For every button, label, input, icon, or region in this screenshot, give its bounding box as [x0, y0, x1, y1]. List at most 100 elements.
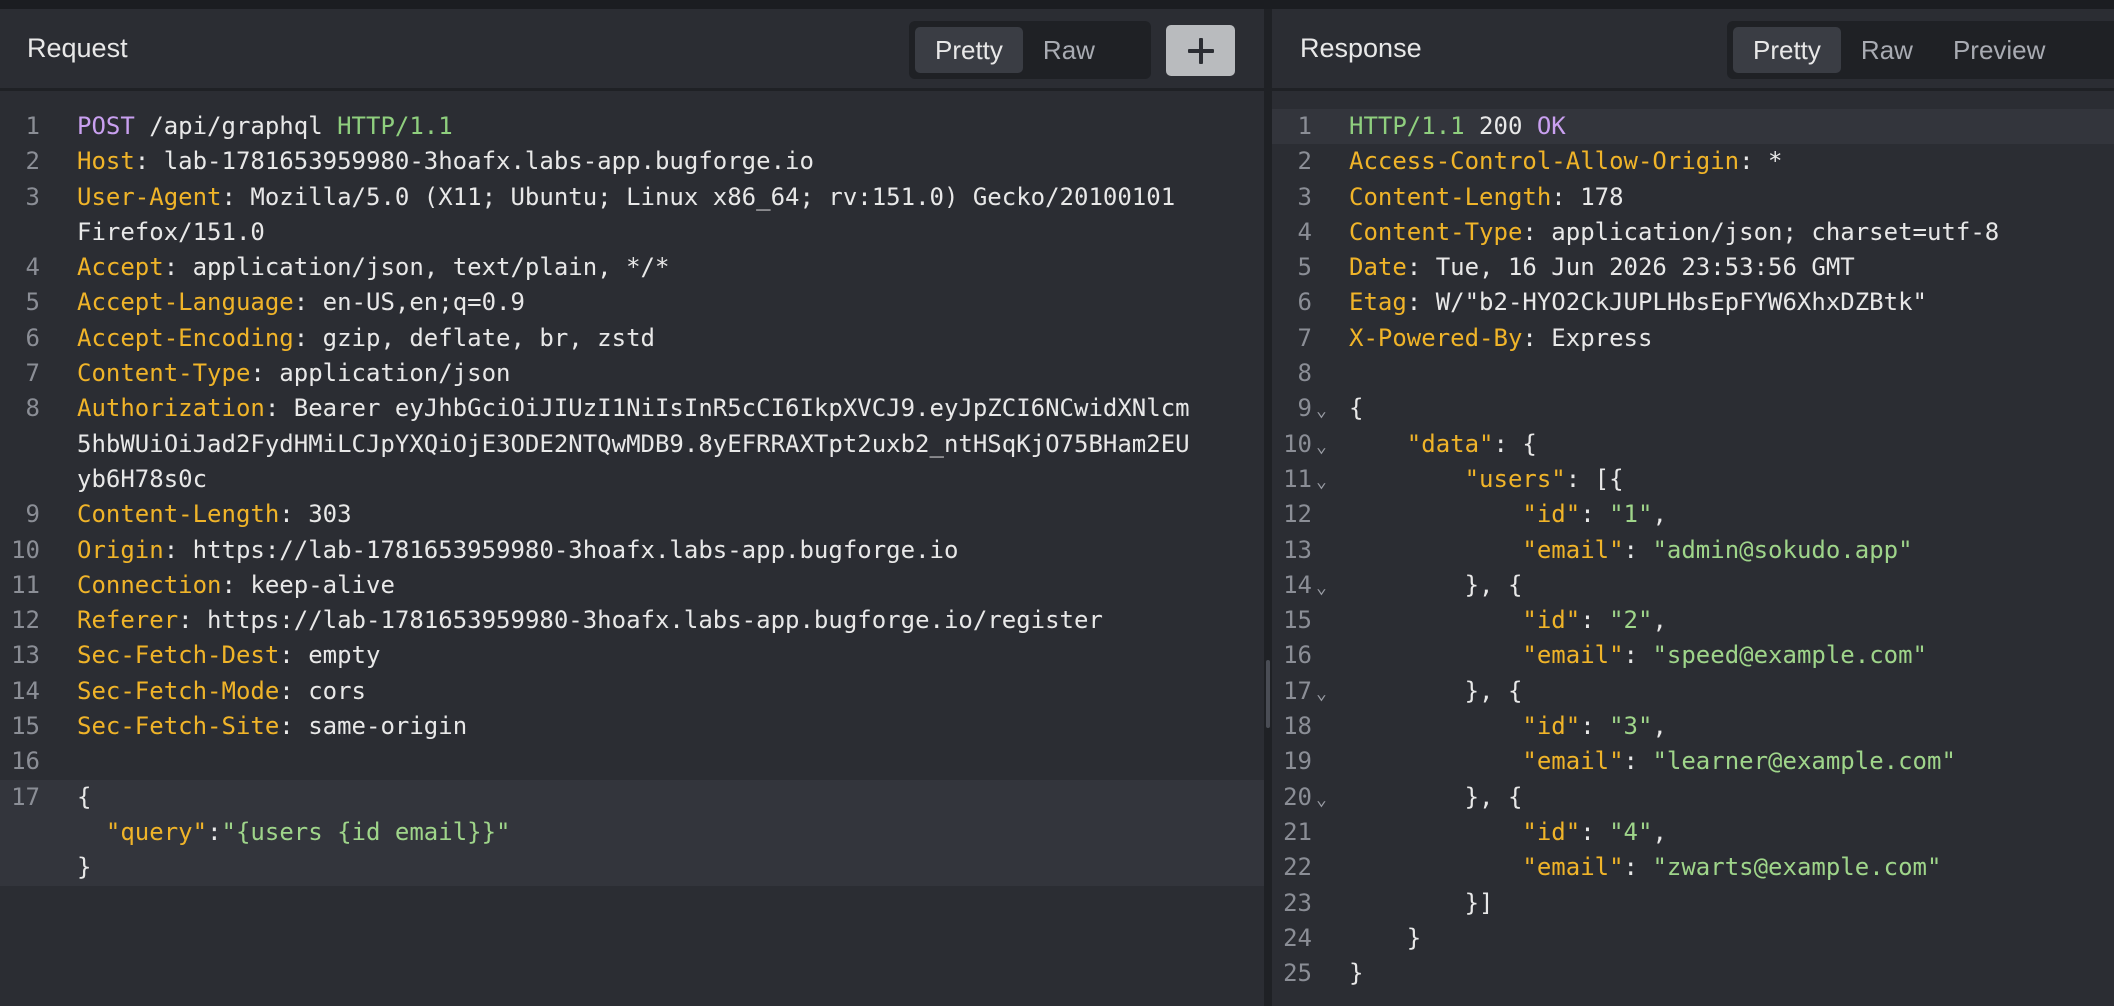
- request-code-line: 7 Content-Type: application/json: [0, 356, 1264, 391]
- code-token: {: [1349, 394, 1364, 423]
- response-code-line: 22 "email": "zwarts@example.com": [1272, 850, 2114, 885]
- chevron-down-icon[interactable]: ⌄: [1316, 570, 1327, 605]
- response-tab-pretty[interactable]: Pretty: [1733, 27, 1841, 73]
- code-token: "id": [1522, 712, 1581, 741]
- chevron-down-icon[interactable]: ⌄: [1316, 782, 1327, 817]
- code-token: HTTP/1.1: [1349, 112, 1465, 140]
- code-token: Firefox/151.0: [77, 217, 265, 246]
- request-tab-raw[interactable]: Raw: [1023, 27, 1115, 73]
- line-number: 6: [1297, 288, 1312, 317]
- pane-divider[interactable]: [1264, 9, 1272, 1006]
- code-token: 5hbWUiOiJad2FydHMiLCJpYXQiOjE3ODE2NTQwMD…: [77, 429, 1190, 458]
- line-number: 21: [1283, 817, 1312, 846]
- line-text: }]: [1349, 886, 1494, 921]
- code-token: Sec-Fetch-Dest: [77, 641, 280, 670]
- code-token: Origin: [77, 535, 164, 564]
- line-text: }, {: [1349, 568, 1523, 603]
- line-number: 5: [25, 288, 40, 317]
- response-viewer[interactable]: 1 HTTP/1.1 200 OK 2 Access-Control-Allow-Or…: [1272, 109, 2114, 991]
- line-number: 9: [1297, 394, 1312, 423]
- code-token: : Express: [1522, 323, 1653, 352]
- code-token: : en-US,en;q=0.9: [293, 288, 525, 317]
- code-token: "email": [1522, 535, 1624, 564]
- line-text: Accept-Language: en-US,en;q=0.9: [77, 285, 525, 320]
- line-text: Date: Tue, 16 Jun 2026 23:53:56 GMT: [1349, 250, 1855, 285]
- line-text: "email": "speed@example.com": [1349, 638, 1927, 673]
- chevron-down-icon[interactable]: ⌄: [1316, 429, 1327, 464]
- line-text: Etag: W/"b2-HYO2CkJUPLHbsEpFYW6XhxDZBtk": [1349, 285, 1927, 320]
- code-token: ,: [1652, 817, 1667, 846]
- response-tab-raw[interactable]: Raw: [1841, 27, 1933, 73]
- code-token: }, {: [1349, 570, 1523, 599]
- line-number: 23: [1283, 888, 1312, 917]
- code-token: "admin@sokudo.app": [1652, 535, 1913, 564]
- response-header: Response Pretty Raw Preview: [1272, 9, 2114, 91]
- code-token: Date: [1349, 253, 1407, 282]
- line-text: "data": {: [1349, 427, 1537, 462]
- line-text: Accept: application/json, text/plain, */…: [77, 250, 669, 285]
- code-token: Accept-Language: [77, 288, 294, 317]
- window-top-strip: [0, 0, 2114, 9]
- line-number: 18: [1283, 712, 1312, 741]
- code-token: ,: [1652, 606, 1667, 635]
- code-token: }: [1349, 923, 1422, 952]
- response-code-line: 3 Content-Length: 178: [1272, 180, 2114, 215]
- line-text: User-Agent: Mozilla/5.0 (X11; Ubuntu; Li…: [77, 180, 1175, 215]
- line-number: 5: [1297, 253, 1312, 282]
- response-title: Response: [1300, 33, 1422, 63]
- code-token: OK: [1536, 112, 1566, 140]
- chevron-down-icon[interactable]: ⌄: [1316, 393, 1327, 428]
- line-number: 13: [1283, 535, 1312, 564]
- request-tab-pretty[interactable]: Pretty: [915, 27, 1023, 73]
- code-token: : same-origin: [279, 712, 468, 741]
- line-text: }: [1349, 956, 1363, 991]
- response-code-line: 25}: [1272, 956, 2114, 991]
- line-text: Content-Type: application/json: [77, 356, 510, 391]
- line-text: "email": "zwarts@example.com": [1349, 850, 1941, 885]
- request-code-line: 5 Accept-Language: en-US,en;q=0.9: [0, 285, 1264, 320]
- code-token: : keep-alive: [221, 570, 395, 599]
- line-text: {: [77, 780, 91, 815]
- code-token: Sec-Fetch-Mode: [77, 676, 280, 705]
- request-code-line: "query":"{users {id email}}": [0, 814, 1264, 851]
- request-code-line: 17 {: [0, 779, 1264, 815]
- response-code-line: 15 "id": "2",: [1272, 603, 2114, 638]
- line-text: "id": "4",: [1349, 815, 1667, 850]
- code-token: Etag: [1349, 288, 1407, 317]
- response-tab-preview[interactable]: Preview: [1933, 27, 2065, 73]
- chevron-down-icon[interactable]: ⌄: [1316, 676, 1327, 711]
- code-token: : gzip, deflate, br, zstd: [293, 323, 655, 352]
- request-code-line: 13 Sec-Fetch-Dest: empty: [0, 638, 1264, 673]
- line-text: "id": "3",: [1349, 709, 1667, 744]
- code-token: : 303: [279, 500, 352, 529]
- code-token: "data": [1406, 429, 1494, 458]
- request-pane: Request Pretty Raw 1 POST /api/graphql HT…: [0, 9, 1264, 1006]
- code-token: Content-Type: [1349, 217, 1523, 246]
- code-token: ,: [1652, 712, 1667, 741]
- chevron-down-icon[interactable]: ⌄: [1316, 464, 1327, 499]
- line-text: Connection: keep-alive: [77, 568, 395, 603]
- resize-handle[interactable]: [1266, 660, 1270, 728]
- line-text: {: [1349, 391, 1363, 426]
- code-token: : *: [1739, 147, 1783, 176]
- line-number: 22: [1283, 853, 1312, 882]
- request-code-line: 5hbWUiOiJad2FydHMiLCJpYXQiOjE3ODE2NTQwMD…: [0, 427, 1264, 462]
- request-title: Request: [27, 33, 128, 63]
- code-token: "email": [1522, 641, 1624, 670]
- line-number: 8: [1297, 359, 1312, 388]
- line-number: 17: [11, 782, 40, 811]
- line-text: Content-Length: 178: [1349, 180, 1624, 215]
- request-editor[interactable]: 1 POST /api/graphql HTTP/1.1 2 Host: lab-17…: [0, 109, 1264, 886]
- response-code-line: 5 Date: Tue, 16 Jun 2026 23:53:56 GMT: [1272, 250, 2114, 285]
- line-number: 9: [25, 500, 40, 529]
- code-token: : application/json: [250, 359, 511, 388]
- line-text: Accept-Encoding: gzip, deflate, br, zstd: [77, 321, 655, 356]
- code-token: User-Agent: [77, 182, 222, 211]
- add-button[interactable]: [1166, 25, 1235, 76]
- line-text: HTTP/1.1 200 OK: [1349, 109, 1566, 144]
- code-token: Referer: [77, 606, 179, 635]
